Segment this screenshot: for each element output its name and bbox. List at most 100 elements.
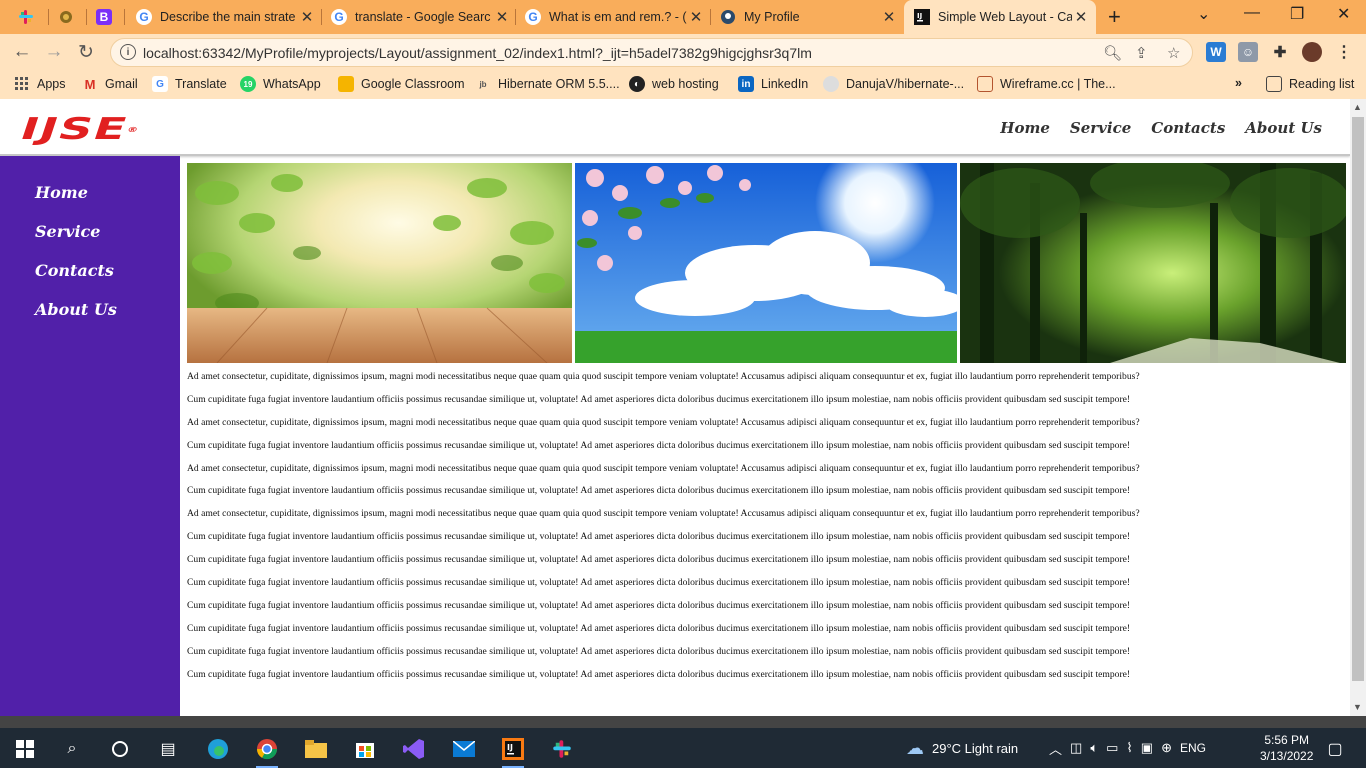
bookmark-label: Translate [175,77,227,91]
paragraph: Ad amet consectetur, cupiditate, digniss… [187,416,1140,428]
bookmark-label: Apps [37,77,66,91]
scrollbar-thumb[interactable] [1352,117,1364,681]
bookmark-wireframe[interactable]: Wireframe.cc | The... [977,76,1116,92]
logo-text: IJSE [15,112,134,147]
visual-studio-icon[interactable] [401,736,427,762]
mail-icon[interactable] [451,736,477,762]
vertical-scrollbar[interactable]: ▲ ▼ [1350,99,1366,716]
ijse-logo[interactable]: IJSE® [15,112,144,147]
tab-simple-web-layout[interactable]: IJ Simple Web Layout - Ca ✕ [904,0,1096,34]
tab-slack[interactable] [18,0,38,34]
bookmark-star-icon[interactable]: ☆ [1167,44,1180,62]
sidenav-contacts-link[interactable]: Contacts [35,261,114,280]
task-view-icon[interactable]: ▤ [155,736,181,762]
intellij-icon[interactable]: IJ [500,736,526,768]
topnav-home-link[interactable]: Home [1000,119,1050,137]
paragraph: Cum cupiditate fuga fugiat inventore lau… [187,485,1131,497]
tab-em-rem[interactable]: G What is em and rem.? - ( ✕ [525,0,705,34]
tab-my-profile[interactable]: My Profile ✕ [720,0,898,34]
scroll-up-arrow-icon[interactable]: ▲ [1353,102,1362,112]
reading-list-icon [1266,76,1282,92]
search-icon[interactable]: ⌕ [59,736,85,762]
extensions-puzzle-icon[interactable]: ✚ [1270,42,1290,62]
weather-widget[interactable]: ☁ 29°C Light rain [906,728,1018,768]
linkedin-icon: in [738,76,754,92]
bookmark-linkedin[interactable]: in LinkedIn [738,76,808,92]
sidenav-service-link[interactable]: Service [35,222,100,241]
address-bar[interactable]: i localhost:63342/MyProfile/myprojects/L… [110,38,1193,67]
close-tab-icon[interactable]: ✕ [687,8,705,26]
cloud-rain-icon: ☁ [906,737,924,758]
minimize-button[interactable]: — [1244,4,1260,22]
bookmark-translate[interactable]: G Translate [152,76,227,92]
volume-icon[interactable]: 🔈︎ [1090,740,1098,756]
close-tab-icon[interactable]: ✕ [493,8,511,26]
bookmark-github[interactable]: DanujaV/hibernate-... [823,76,964,92]
sidenav-home-link[interactable]: Home [35,183,88,202]
topnav-contacts-link[interactable]: Contacts [1151,119,1225,137]
meet-now-icon[interactable]: ◫ [1070,740,1082,756]
slack-icon[interactable] [549,736,575,762]
globe-network-icon[interactable]: ⊕ [1161,740,1172,756]
close-tab-icon[interactable]: ✕ [1072,8,1090,26]
logo-registered-mark: ® [125,126,141,134]
close-tab-icon[interactable]: ✕ [298,8,316,26]
bookmark-apps[interactable]: Apps [14,76,66,92]
reading-list-button[interactable]: Reading list [1266,76,1354,92]
windows-start-icon[interactable] [12,736,38,762]
side-nav: Home Service Contacts About Us [0,156,180,716]
file-explorer-icon[interactable] [303,736,329,762]
word-extension-icon[interactable]: W [1206,42,1226,62]
system-clock[interactable]: 5:56 PM 3/13/2022 [1260,732,1313,764]
edge-icon[interactable] [205,736,231,762]
cortana-icon[interactable] [107,736,133,762]
topnav-service-link[interactable]: Service [1070,119,1131,137]
topnav-about-link[interactable]: About Us [1245,119,1322,137]
bookmark-web-hosting[interactable]: ◐ web hosting [629,76,719,92]
horizontal-scrollbar[interactable] [0,716,1366,728]
zoom-icon[interactable]: 🔍︎ [1103,44,1122,62]
tab-bootstrap[interactable]: B [96,0,116,34]
share-icon[interactable]: ⇪ [1135,44,1148,62]
close-tab-icon[interactable]: ✕ [880,8,898,26]
forward-button[interactable]: → [42,40,66,64]
back-button[interactable]: ← [10,40,34,64]
tab-emblem[interactable] [58,0,78,34]
close-window-button[interactable]: ✕ [1337,4,1350,24]
tab-translate-search[interactable]: G translate - Google Searc ✕ [331,0,511,34]
wifi-off-icon[interactable]: ⌇ [1126,740,1132,756]
more-bookmarks-button[interactable]: » [1235,76,1242,90]
clock-time: 5:56 PM [1264,733,1310,747]
tab-describe[interactable]: G Describe the main strate ✕ [136,0,316,34]
language-indicator[interactable]: ENG [1180,741,1206,755]
paragraph: Cum cupiditate fuga fugiat inventore lau… [187,577,1131,589]
notifications-icon[interactable]: ▢ [1322,736,1348,762]
url-text[interactable]: localhost:63342/MyProfile/myprojects/Lay… [143,45,812,61]
slack-icon [18,9,34,25]
browser-toolbar: ← → ↻ i localhost:63342/MyProfile/myproj… [0,34,1366,70]
paragraph: Cum cupiditate fuga fugiat inventore lau… [187,668,1131,680]
avatar[interactable] [1302,42,1322,62]
menu-kebab-icon[interactable]: ⋮ [1334,42,1354,62]
site-info-icon[interactable]: i [120,44,136,60]
scroll-down-arrow-icon[interactable]: ▼ [1353,702,1362,712]
battery-icon[interactable]: ▭ [1106,740,1118,756]
paragraph: Ad amet consectetur, cupiditate, digniss… [187,371,1140,382]
store-icon[interactable] [352,736,378,762]
network-icon[interactable]: ▣ [1141,740,1153,756]
browser-tab-strip: B G Describe the main strate ✕ G transla… [0,0,1366,34]
reload-button[interactable]: ↻ [74,40,98,64]
tab-search-icon[interactable]: ⌄ [1197,4,1210,24]
chrome-icon[interactable] [254,736,280,768]
sunlit-leaves-image [187,163,572,363]
sidenav-about-link[interactable]: About Us [35,300,117,319]
new-tab-button[interactable]: + [1108,4,1121,30]
show-hidden-icons-icon[interactable]: ︿ [1049,739,1062,758]
bookmark-hibernate[interactable]: jb Hibernate ORM 5.5.... [475,76,619,92]
google-icon: G [525,9,541,25]
profile-extension-icon[interactable]: ☺ [1238,42,1258,62]
maximize-button[interactable]: ❐ [1290,4,1304,24]
bookmark-whatsapp[interactable]: 19 WhatsApp [240,76,321,92]
bookmark-gmail[interactable]: M Gmail [82,76,138,92]
bookmark-classroom[interactable]: Google Classroom [338,76,465,92]
